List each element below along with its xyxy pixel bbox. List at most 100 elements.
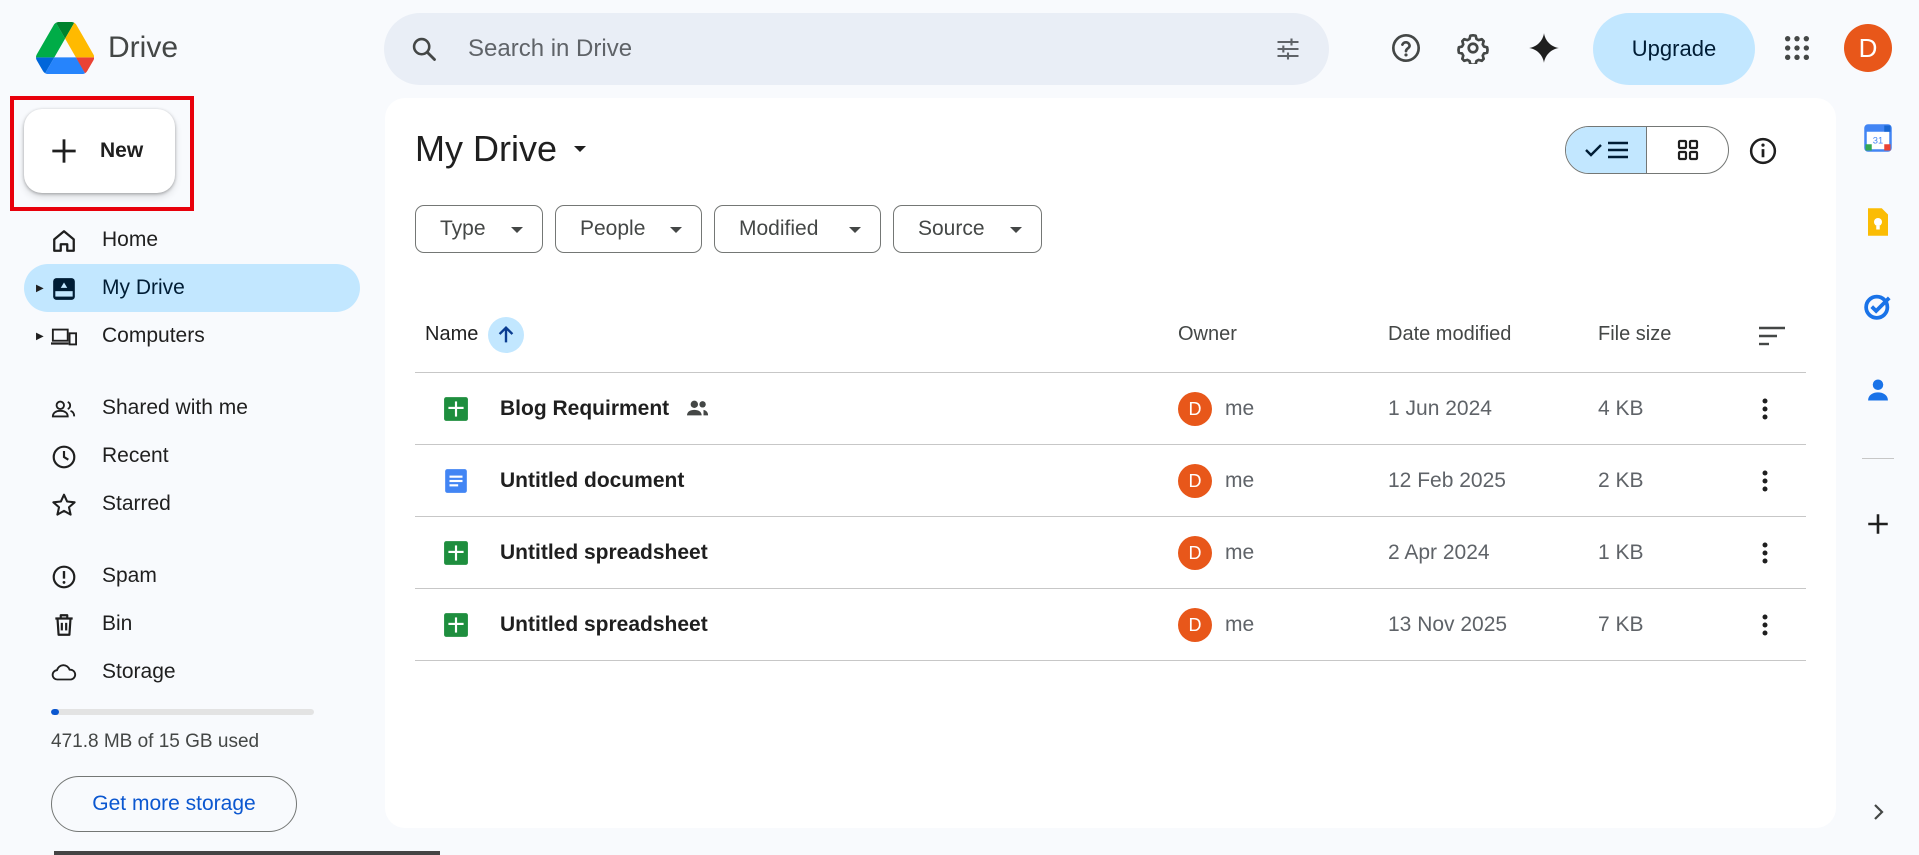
view-toggle xyxy=(1565,126,1729,174)
apps-grid-icon[interactable] xyxy=(1777,28,1817,68)
account-avatar[interactable]: D xyxy=(1844,24,1892,72)
spam-icon xyxy=(51,564,77,590)
sidebar-item-bin[interactable]: Bin xyxy=(24,600,360,648)
file-size: 1 KB xyxy=(1598,541,1644,564)
settings-icon[interactable] xyxy=(1453,28,1493,68)
keep-icon[interactable] xyxy=(1862,206,1894,238)
bin-icon xyxy=(51,612,77,638)
shared-people-icon xyxy=(685,397,711,424)
rail-divider xyxy=(1862,458,1894,459)
file-name: Untitled spreadsheet xyxy=(500,613,708,636)
filter-label: Type xyxy=(440,217,486,240)
filter-source[interactable]: Source xyxy=(893,205,1042,253)
date-modified: 12 Feb 2025 xyxy=(1388,469,1506,492)
gemini-sparkle-icon[interactable] xyxy=(1524,28,1564,68)
file-size: 7 KB xyxy=(1598,613,1644,636)
column-header-date-modified[interactable]: Date modified xyxy=(1388,323,1511,346)
expand-caret-icon[interactable]: ▶ xyxy=(36,283,44,294)
sidebar-item-label: Home xyxy=(102,228,159,251)
spreadsheet-file-icon xyxy=(443,540,469,571)
sidebar-item-storage[interactable]: Storage xyxy=(24,648,360,696)
owner-avatar: D xyxy=(1178,608,1212,642)
storage-progress-bar xyxy=(51,709,314,715)
my-drive-icon xyxy=(51,276,77,302)
list-view-button[interactable] xyxy=(1566,127,1647,173)
sidebar-item-spam[interactable]: Spam xyxy=(24,552,360,600)
calendar-icon[interactable]: 31 xyxy=(1862,122,1894,154)
table-row[interactable]: Untitled spreadsheet D me 13 Nov 2025 7 … xyxy=(415,589,1806,661)
svg-text:31: 31 xyxy=(1873,136,1883,146)
sidebar-item-shared-with-me[interactable]: Shared with me xyxy=(24,384,360,432)
sidebar-item-label: Bin xyxy=(102,612,133,635)
more-actions-icon[interactable] xyxy=(1751,539,1779,567)
storage-progress-fill xyxy=(51,709,60,715)
more-actions-icon[interactable] xyxy=(1751,395,1779,423)
sidebar-item-recent[interactable]: Recent xyxy=(24,432,360,480)
info-icon[interactable] xyxy=(1748,136,1778,171)
column-header-name[interactable]: Name xyxy=(425,323,478,346)
chevron-down-icon xyxy=(849,227,861,233)
home-icon xyxy=(51,228,77,254)
contacts-icon[interactable] xyxy=(1862,374,1894,406)
date-modified: 13 Nov 2025 xyxy=(1388,613,1508,636)
search-icon[interactable] xyxy=(410,35,438,68)
chevron-right-icon[interactable] xyxy=(1862,796,1894,828)
drive-logo[interactable]: Drive xyxy=(36,22,178,74)
chevron-down-icon xyxy=(574,146,586,152)
search-options-icon[interactable] xyxy=(1273,35,1303,68)
star-icon xyxy=(51,492,77,518)
upgrade-button[interactable]: Upgrade xyxy=(1593,13,1755,85)
expand-caret-icon[interactable]: ▶ xyxy=(36,331,44,342)
filter-people[interactable]: People xyxy=(555,205,702,253)
taskbar-strip xyxy=(54,851,440,855)
app-name: Drive xyxy=(108,31,179,64)
grid-view-button[interactable] xyxy=(1647,127,1728,173)
spreadsheet-file-icon xyxy=(443,612,469,643)
new-button[interactable]: New xyxy=(24,109,175,193)
chevron-down-icon xyxy=(670,227,682,233)
more-actions-icon[interactable] xyxy=(1751,467,1779,495)
computers-icon xyxy=(51,324,77,350)
tasks-icon[interactable] xyxy=(1862,290,1894,322)
search-input[interactable] xyxy=(468,33,1228,65)
filter-label: Modified xyxy=(739,217,819,240)
storage-usage-text: 471.8 MB of 15 GB used xyxy=(51,731,260,752)
help-icon[interactable] xyxy=(1386,28,1426,68)
sidebar-item-label: Computers xyxy=(102,324,205,347)
owner-name: me xyxy=(1225,469,1255,492)
sidebar-item-home[interactable]: Home xyxy=(24,216,360,264)
cloud-icon xyxy=(51,660,77,686)
owner-name: me xyxy=(1225,613,1255,636)
file-name: Untitled spreadsheet xyxy=(500,541,708,564)
chevron-down-icon xyxy=(1010,227,1022,233)
shared-icon xyxy=(51,396,77,422)
filter-modified[interactable]: Modified xyxy=(714,205,881,253)
filter-type[interactable]: Type xyxy=(415,205,543,253)
sort-ascending-icon[interactable] xyxy=(488,317,524,353)
column-header-file-size[interactable]: File size xyxy=(1598,323,1671,346)
owner-name: me xyxy=(1225,397,1255,420)
more-actions-icon[interactable] xyxy=(1751,611,1779,639)
sidebar-item-starred[interactable]: Starred xyxy=(24,480,360,528)
table-row[interactable]: Blog Requirment D me 1 Jun 2024 4 KB xyxy=(415,373,1806,445)
add-addon-icon[interactable] xyxy=(1862,508,1894,540)
main-panel: My Drive Type People Modified Source Nam… xyxy=(385,98,1836,828)
filter-label: Source xyxy=(918,217,985,240)
document-file-icon xyxy=(443,468,469,499)
owner-avatar: D xyxy=(1178,392,1212,426)
owner-avatar: D xyxy=(1178,536,1212,570)
table-row[interactable]: Untitled spreadsheet D me 2 Apr 2024 1 K… xyxy=(415,517,1806,589)
sidebar-item-label: Recent xyxy=(102,444,169,467)
column-header-owner[interactable]: Owner xyxy=(1178,323,1237,346)
sort-options-icon[interactable] xyxy=(1757,324,1787,353)
sidebar-item-computers[interactable]: ▶ Computers xyxy=(24,312,360,360)
owner-name: me xyxy=(1225,541,1255,564)
table-row[interactable]: Untitled document D me 12 Feb 2025 2 KB xyxy=(415,445,1806,517)
sidebar-item-my-drive[interactable]: ▶ My Drive xyxy=(24,264,360,312)
drive-logo-icon xyxy=(36,22,94,74)
sidebar-item-label: Shared with me xyxy=(102,396,248,419)
search-bar[interactable] xyxy=(384,13,1329,85)
file-size: 4 KB xyxy=(1598,397,1644,420)
page-title[interactable]: My Drive xyxy=(415,128,589,170)
get-more-storage-button[interactable]: Get more storage xyxy=(51,776,297,832)
